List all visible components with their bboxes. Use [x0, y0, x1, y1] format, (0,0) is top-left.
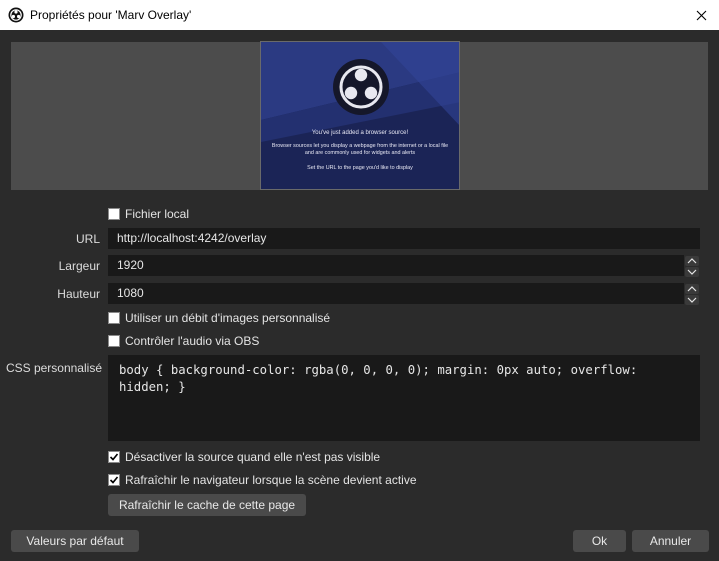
width-increment-button[interactable]	[685, 255, 699, 266]
preview-instruction: Set the URL to the page you'd like to di…	[307, 165, 413, 171]
ok-button[interactable]: Ok	[573, 530, 626, 552]
height-decrement-button[interactable]	[685, 294, 699, 305]
obs-logo-icon	[8, 7, 24, 23]
width-input[interactable]: 1920	[108, 255, 684, 276]
chevron-up-icon	[685, 256, 699, 266]
shutdown-when-hidden-label: Désactiver la source quand elle n'est pa…	[125, 450, 381, 464]
checkbox-box[interactable]	[108, 451, 120, 463]
checkmark-icon	[109, 453, 119, 461]
url-input[interactable]: http://localhost:4242/overlay	[108, 228, 700, 249]
checkbox-box[interactable]	[108, 335, 120, 347]
height-input[interactable]: 1080	[108, 283, 684, 304]
title-bar: Propriétés pour 'Marv Overlay'	[0, 0, 719, 30]
window-title: Propriétés pour 'Marv Overlay'	[30, 8, 192, 22]
refresh-cache-button[interactable]: Rafraîchir le cache de cette page	[108, 494, 306, 516]
width-spinner	[684, 255, 700, 277]
chevron-up-icon	[685, 284, 699, 294]
audio-via-obs-checkbox[interactable]: Contrôler l'audio via OBS	[108, 334, 259, 348]
checkbox-box[interactable]	[108, 474, 120, 486]
custom-fps-checkbox[interactable]: Utiliser un débit d'images personnalisé	[108, 311, 330, 325]
height-increment-button[interactable]	[685, 283, 699, 294]
obs-logo-icon	[333, 59, 389, 115]
checkmark-icon	[109, 476, 119, 484]
audio-via-obs-label: Contrôler l'audio via OBS	[125, 334, 260, 348]
width-decrement-button[interactable]	[685, 266, 699, 277]
checkbox-box[interactable]	[108, 208, 120, 220]
close-icon	[696, 10, 706, 20]
close-button[interactable]	[683, 0, 719, 30]
width-label: Largeur	[58, 259, 100, 273]
refresh-on-active-checkbox[interactable]: Rafraîchir le navigateur lorsque la scèn…	[108, 473, 417, 487]
custom-css-textarea[interactable]: body { background-color: rgba(0, 0, 0, 0…	[108, 355, 700, 441]
defaults-button[interactable]: Valeurs par défaut	[11, 530, 139, 552]
checkbox-box[interactable]	[108, 312, 120, 324]
shutdown-when-hidden-checkbox[interactable]: Désactiver la source quand elle n'est pa…	[108, 450, 380, 464]
refresh-on-active-label: Rafraîchir le navigateur lorsque la scèn…	[125, 473, 417, 487]
custom-css-label: CSS personnalisé	[5, 361, 102, 375]
browser-source-preview: You've just added a browser source! Brow…	[260, 41, 460, 190]
chevron-down-icon	[685, 267, 699, 277]
chevron-down-icon	[685, 295, 699, 305]
height-spinner	[684, 283, 700, 305]
custom-fps-label: Utiliser un débit d'images personnalisé	[125, 311, 331, 325]
url-label: URL	[75, 232, 100, 246]
height-label: Hauteur	[57, 287, 100, 301]
preview-description: Browser sources let you display a webpag…	[271, 143, 449, 156]
cancel-button[interactable]: Annuler	[632, 530, 709, 552]
local-file-label: Fichier local	[125, 207, 190, 221]
local-file-checkbox[interactable]: Fichier local	[108, 207, 189, 221]
preview-heading: You've just added a browser source!	[311, 130, 409, 136]
